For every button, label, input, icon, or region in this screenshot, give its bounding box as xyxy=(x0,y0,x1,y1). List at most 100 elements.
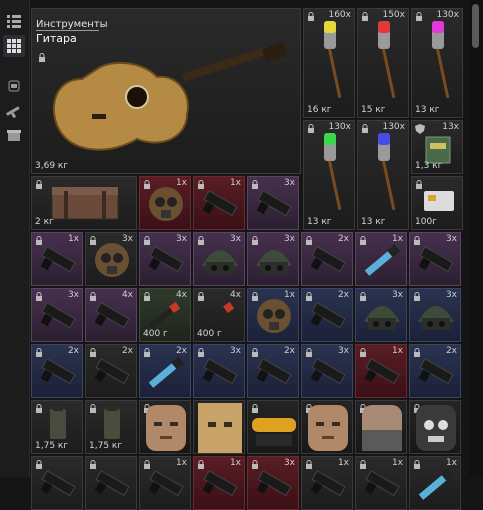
sidebar-equipment-button[interactable] xyxy=(3,75,25,97)
inventory-slot[interactable]: 1x xyxy=(31,232,83,286)
rocket-icon xyxy=(324,133,342,211)
weapon-item-icon xyxy=(256,470,292,497)
sack-mask-icon xyxy=(198,403,242,453)
item-weight: 1,75 кг xyxy=(89,441,123,451)
item-rocket[interactable]: 130x 13 кг xyxy=(357,120,409,230)
guitar-icon xyxy=(52,42,288,151)
blade-item-icon xyxy=(364,244,401,276)
inventory-slot[interactable]: 4x 400 г xyxy=(139,288,191,342)
sidebar-storage-button[interactable] xyxy=(3,125,25,147)
inventory-slot[interactable]: 2x xyxy=(31,344,83,398)
mask-item-icon xyxy=(149,187,183,221)
inventory-slot[interactable]: 3x xyxy=(247,456,299,510)
weapon-item-icon xyxy=(310,246,346,273)
inventory-slot[interactable]: 3x xyxy=(409,232,461,286)
item-book[interactable]: 13x 1,3 кг xyxy=(411,120,463,174)
inventory-slot[interactable]: 1x xyxy=(409,456,461,510)
item-weight: 1,3 кг xyxy=(415,161,443,171)
item-weight: 400 г xyxy=(143,329,168,339)
inventory-slot[interactable]: 3x xyxy=(247,176,299,230)
weapon-item-icon xyxy=(148,246,184,273)
inventory-slot[interactable] xyxy=(85,456,137,510)
sidebar xyxy=(0,0,30,477)
inventory-slot[interactable]: 1x xyxy=(247,288,299,342)
inventory-slot[interactable]: 1,75 кг xyxy=(85,400,137,454)
lock-icon xyxy=(36,180,42,189)
inventory-slot[interactable]: 2x xyxy=(85,344,137,398)
inventory-slot[interactable] xyxy=(139,400,191,454)
skull-mask-icon xyxy=(416,405,456,451)
scrollbar-thumb[interactable] xyxy=(472,4,479,48)
mask-item-icon xyxy=(257,299,291,333)
item-guitar[interactable]: Инструменты Гитара 3,69 кг xyxy=(31,8,301,174)
inventory-slot[interactable]: 1x xyxy=(193,456,245,510)
inventory-slot[interactable]: 1x xyxy=(193,176,245,230)
inventory-slot[interactable]: 3x xyxy=(193,232,245,286)
item-weight: 13 кг xyxy=(415,105,440,115)
item-rocket[interactable]: 130x 13 кг xyxy=(411,8,463,118)
weapon-item-icon xyxy=(364,358,400,385)
item-weight: 15 кг xyxy=(361,105,386,115)
weapon-item-icon xyxy=(256,190,292,217)
inventory-slot[interactable]: 2x xyxy=(247,344,299,398)
inventory-slot[interactable]: 3x xyxy=(301,344,353,398)
item-card[interactable]: 100г xyxy=(411,176,463,230)
inventory-slot[interactable] xyxy=(193,400,245,454)
inventory-slot[interactable] xyxy=(355,400,407,454)
inventory-slot[interactable]: 2x xyxy=(139,344,191,398)
inventory-slot[interactable]: 2x xyxy=(301,288,353,342)
inventory-slot[interactable]: 3x xyxy=(139,232,191,286)
sidebar-list-view-button[interactable] xyxy=(3,10,25,32)
helmet-item-icon xyxy=(364,306,400,330)
weapon-icon xyxy=(6,104,22,118)
weapon-item-icon xyxy=(202,190,238,217)
blade-item-icon xyxy=(418,468,455,500)
item-rocket[interactable]: 160x 16 кг xyxy=(303,8,355,118)
inventory-slot[interactable]: 2x xyxy=(409,344,461,398)
item-crate[interactable]: 2 кг xyxy=(31,176,137,230)
weapon-item-icon xyxy=(148,470,184,497)
helmet-item-icon xyxy=(202,250,238,274)
inventory-slot[interactable]: 3x xyxy=(409,288,461,342)
inventory-slot[interactable]: 3x xyxy=(85,232,137,286)
rocket-icon xyxy=(324,21,342,99)
inventory-slot[interactable]: 1x xyxy=(355,232,407,286)
inventory-slot[interactable]: 3x xyxy=(193,344,245,398)
list-view-icon xyxy=(7,14,21,28)
sidebar-weapon-button[interactable] xyxy=(3,100,25,122)
keycard-icon xyxy=(424,191,454,211)
weapon-item-icon xyxy=(364,470,400,497)
scrollbar[interactable] xyxy=(469,0,483,477)
inventory-slot[interactable]: 3x xyxy=(355,288,407,342)
weapon-item-icon xyxy=(94,358,130,385)
title-underline xyxy=(36,30,99,31)
rocket-icon xyxy=(378,133,396,211)
inventory-slot[interactable]: 4x xyxy=(85,288,137,342)
inventory-slot[interactable]: 1x xyxy=(139,176,191,230)
item-weight: 100г xyxy=(415,217,437,227)
helmet-item-icon xyxy=(418,306,454,330)
inventory-slot[interactable]: 3x xyxy=(31,288,83,342)
inventory-slot[interactable]: 4x 400 г xyxy=(193,288,245,342)
rocket-icon xyxy=(432,21,450,99)
weapon-item-icon xyxy=(202,358,238,385)
inventory-slot[interactable] xyxy=(31,456,83,510)
item-rocket[interactable]: 130x 13 кг xyxy=(303,120,355,230)
inventory-slot[interactable]: 1x xyxy=(355,456,407,510)
inventory-slot[interactable] xyxy=(409,400,461,454)
shield-badge-icon xyxy=(415,124,425,134)
inventory-slot[interactable]: 2x xyxy=(301,232,353,286)
inventory-slot[interactable]: 1x xyxy=(301,456,353,510)
sidebar-grid-view-button[interactable] xyxy=(3,35,25,57)
face-item-icon xyxy=(146,405,186,451)
inventory-slot[interactable]: 1x xyxy=(355,344,407,398)
weapon-item-icon xyxy=(202,470,238,497)
inventory-slot[interactable]: 1,75 кг xyxy=(31,400,83,454)
inventory-slot[interactable] xyxy=(247,400,299,454)
inventory-slot[interactable]: 1x xyxy=(139,456,191,510)
inventory-slot[interactable] xyxy=(301,400,353,454)
item-rocket[interactable]: 150x 15 кг xyxy=(357,8,409,118)
inventory-slot[interactable]: 3x xyxy=(247,232,299,286)
item-weight: 16 кг xyxy=(307,105,332,115)
item-weight: 1,75 кг xyxy=(35,441,69,451)
